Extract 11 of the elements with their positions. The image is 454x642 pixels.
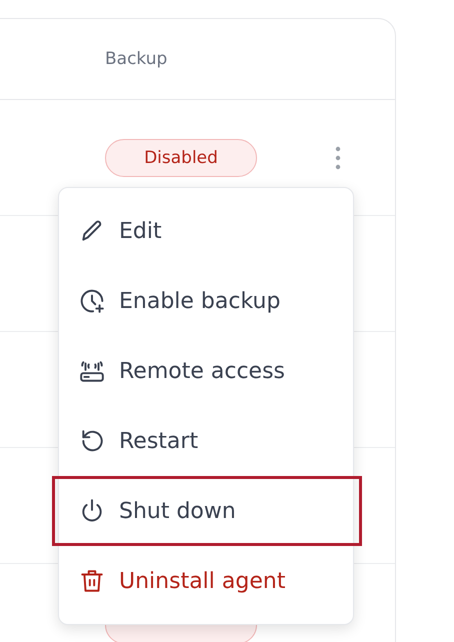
menu-item[interactable]: Remote access <box>59 336 353 406</box>
status-badge: Disabled <box>105 138 257 176</box>
menu-item[interactable]: Shut down <box>52 476 362 546</box>
menu-item[interactable]: Restart <box>59 406 353 476</box>
menu-item[interactable]: Uninstall agent <box>59 546 353 616</box>
menu-item[interactable]: Edit <box>59 196 353 266</box>
column-header: Backup <box>105 49 168 69</box>
trash-icon <box>79 568 105 594</box>
more-icon[interactable] <box>335 146 341 170</box>
menu-item[interactable]: Enable backup <box>59 266 353 336</box>
clock-plus-icon <box>79 288 105 314</box>
